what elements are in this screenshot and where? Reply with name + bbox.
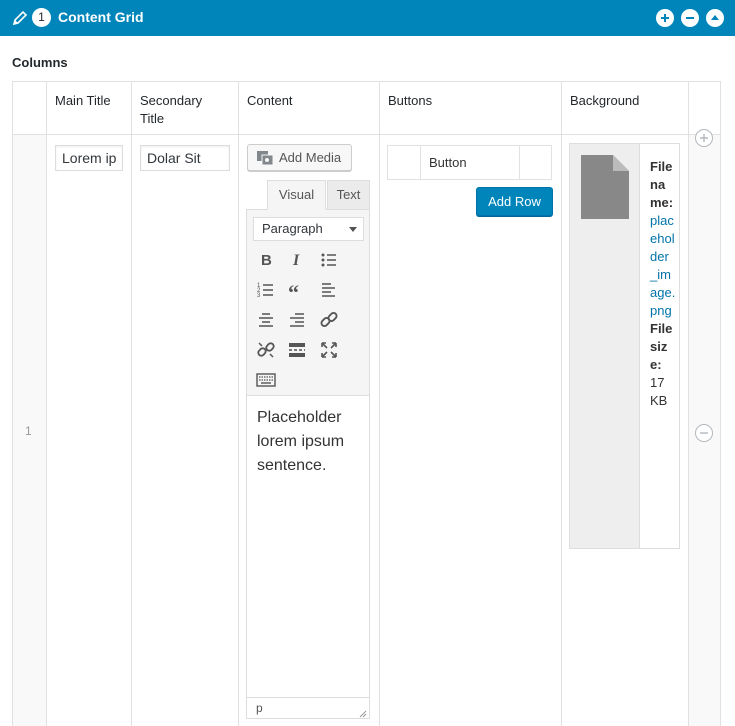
media-icon: [256, 150, 274, 169]
element-path[interactable]: p: [256, 701, 263, 715]
svg-text:B: B: [261, 252, 272, 269]
remove-row-icon[interactable]: [695, 424, 713, 442]
content-editor[interactable]: Paragraph B I 123 “ Placeholder lorem ip…: [246, 209, 370, 719]
file-icon: [581, 155, 629, 222]
file-name-link[interactable]: placeholder_image.png: [650, 213, 675, 318]
tab-visual[interactable]: Visual: [267, 180, 326, 210]
resize-handle-icon[interactable]: [357, 704, 367, 724]
svg-text:I: I: [292, 252, 300, 269]
add-media-button[interactable]: Add Media: [247, 144, 352, 171]
remove-icon[interactable]: [681, 9, 699, 27]
format-select[interactable]: Paragraph: [253, 217, 364, 241]
unlink-icon[interactable]: [254, 338, 278, 362]
columns-label: Columns: [12, 55, 68, 70]
add-row-button[interactable]: Add Row: [476, 187, 553, 216]
tab-text[interactable]: Text: [327, 180, 370, 210]
layout-title: Content Grid: [58, 9, 144, 25]
columns-table: Main Title Secondary Title Content Butto…: [12, 81, 721, 726]
read-more-icon[interactable]: [285, 338, 309, 362]
add-media-label: Add Media: [279, 150, 342, 165]
buttons-subgrid: Button: [387, 145, 552, 180]
collapse-icon[interactable]: [706, 9, 724, 27]
align-left-icon[interactable]: [317, 278, 341, 302]
format-select-value: Paragraph: [262, 221, 323, 236]
button-cell[interactable]: Button: [429, 155, 467, 170]
svg-text:“: “: [288, 280, 299, 300]
chevron-down-icon: [349, 227, 357, 232]
row-number: 1: [25, 424, 32, 438]
align-right-icon[interactable]: [285, 308, 309, 332]
layout-header[interactable]: 1 Content Grid: [0, 0, 735, 36]
file-name-label: File name:: [650, 159, 674, 210]
background-image-field[interactable]: File name: placeholder_image.png File si…: [569, 143, 680, 549]
editor-content[interactable]: Placeholder lorem ipsum sentence.: [257, 406, 361, 478]
italic-icon[interactable]: I: [285, 248, 309, 272]
link-icon[interactable]: [317, 308, 341, 332]
blockquote-icon[interactable]: “: [285, 278, 309, 302]
align-center-icon[interactable]: [254, 308, 278, 332]
editor-toolbar: Paragraph B I 123 “: [247, 210, 369, 396]
keyboard-icon[interactable]: [254, 368, 278, 392]
pencil-icon[interactable]: [12, 10, 28, 26]
bold-icon[interactable]: B: [254, 248, 278, 272]
numbered-list-icon[interactable]: 123: [254, 278, 278, 302]
add-icon[interactable]: [656, 9, 674, 27]
layout-order-badge: 1: [32, 8, 51, 27]
add-row-above-icon[interactable]: [695, 129, 713, 147]
secondary-title-input[interactable]: Dolar Sit: [140, 145, 230, 171]
fullscreen-icon[interactable]: [317, 338, 341, 362]
file-size-label: File size:: [650, 321, 673, 372]
file-details: File name: placeholder_image.png File si…: [650, 158, 676, 410]
svg-text:3: 3: [257, 293, 261, 299]
main-title-input[interactable]: Lorem ip: [55, 145, 123, 171]
bullet-list-icon[interactable]: [317, 248, 341, 272]
column-header-main-title: Main Title: [55, 93, 111, 108]
column-header-background: Background: [570, 93, 640, 108]
file-size-value: 17 KB: [650, 375, 668, 408]
editor-statusbar: p: [247, 697, 369, 718]
column-header-secondary-title: Secondary Title: [140, 93, 203, 126]
column-header-buttons: Buttons: [388, 93, 433, 108]
column-header-content: Content: [247, 93, 293, 108]
background-thumbnail: [570, 144, 640, 548]
